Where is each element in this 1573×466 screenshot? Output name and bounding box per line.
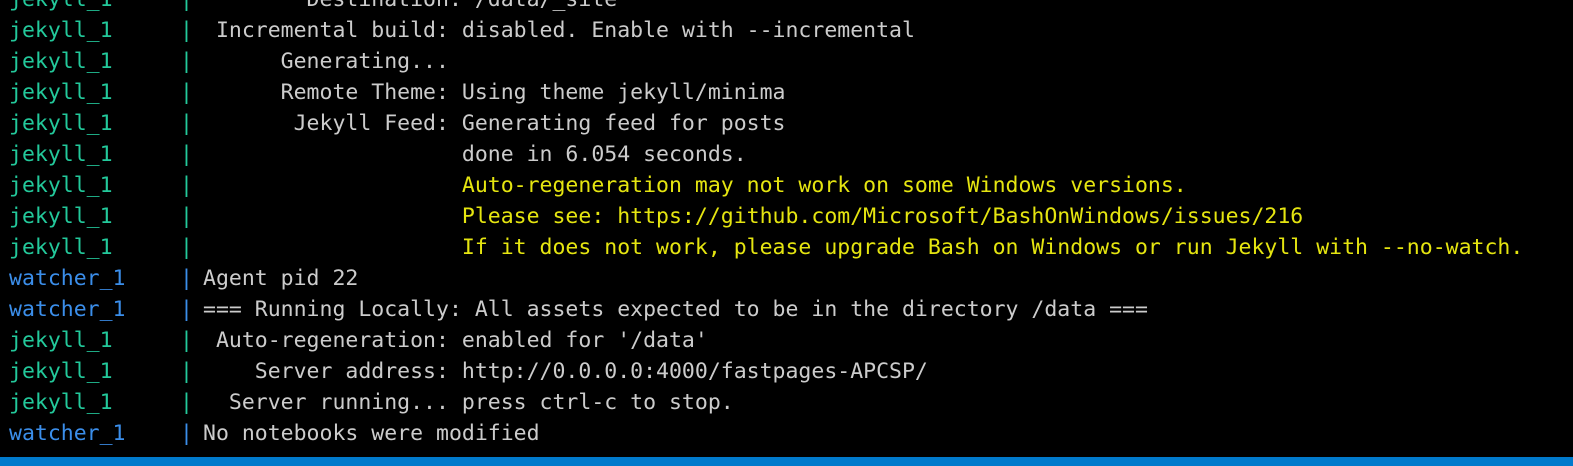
- line-separator: |: [180, 0, 193, 15]
- service-name: jekyll_1: [9, 80, 113, 105]
- service-name: watcher_1: [9, 297, 126, 322]
- terminal-line: jekyll_1 | Server address: http://0.0.0.0…: [0, 356, 1573, 387]
- warning-message: Auto-regeneration may not work on some W…: [203, 173, 1187, 198]
- warning-message: If it does not work, please upgrade Bash…: [203, 235, 1524, 260]
- terminal-line: jekyll_1 | Destination: /data/_site: [0, 0, 1573, 15]
- log-message: Destination: /data/_site: [203, 0, 618, 15]
- terminal-line: watcher_1 | Agent pid 22: [0, 263, 1573, 294]
- terminal-line: jekyll_1 | done in 6.054 seconds.: [0, 139, 1573, 170]
- terminal-line: jekyll_1 | Incremental build: disabled. E…: [0, 15, 1573, 46]
- line-separator: |: [180, 49, 193, 74]
- service-name: jekyll_1: [9, 142, 113, 167]
- line-separator: |: [180, 328, 193, 353]
- line-separator: |: [180, 111, 193, 136]
- service-name: jekyll_1: [9, 0, 113, 15]
- terminal-line: jekyll_1 | If it does not work, please up…: [0, 232, 1573, 263]
- service-name: jekyll_1: [9, 18, 113, 43]
- terminal-line: jekyll_1 | Auto-regeneration may not work…: [0, 170, 1573, 201]
- service-name: jekyll_1: [9, 204, 113, 229]
- line-separator: |: [180, 80, 193, 105]
- service-name: watcher_1: [9, 266, 126, 291]
- terminal-line: watcher_1 | No notebooks were modified: [0, 418, 1573, 449]
- service-name: jekyll_1: [9, 328, 113, 353]
- terminal-line: jekyll_1 | Generating...: [0, 46, 1573, 77]
- line-separator: |: [180, 297, 193, 322]
- log-message: Server running... press ctrl-c to stop.: [203, 390, 734, 415]
- line-separator: |: [180, 142, 193, 167]
- log-message: No notebooks were modified: [203, 421, 540, 446]
- line-separator: |: [180, 204, 193, 229]
- terminal-line: jekyll_1 | Remote Theme: Using theme jeky…: [0, 77, 1573, 108]
- log-message: === Running Locally: All assets expected…: [203, 297, 1148, 322]
- service-name: jekyll_1: [9, 235, 113, 260]
- line-separator: |: [180, 173, 193, 198]
- terminal-output[interactable]: jekyll_1| Destination: /data/_sitejekyll…: [0, 0, 1573, 449]
- line-separator: |: [180, 266, 193, 291]
- log-message: Jekyll Feed: Generating feed for posts: [203, 111, 786, 136]
- line-separator: |: [180, 421, 193, 446]
- status-bar: [0, 457, 1573, 466]
- terminal-line: watcher_1 | === Running Locally: All asset…: [0, 294, 1573, 325]
- service-name: watcher_1: [9, 421, 126, 446]
- line-separator: |: [180, 390, 193, 415]
- line-separator: |: [180, 359, 193, 384]
- service-name: jekyll_1: [9, 390, 113, 415]
- service-name: jekyll_1: [9, 359, 113, 384]
- line-separator: |: [180, 18, 193, 43]
- terminal-line: jekyll_1 | Jekyll Feed: Generating feed f…: [0, 108, 1573, 139]
- log-message: Generating...: [203, 49, 449, 74]
- terminal-line: jekyll_1 | Auto-regeneration: enabled for…: [0, 325, 1573, 356]
- log-message: Agent pid 22: [203, 266, 359, 291]
- terminal-line: jekyll_1 | Server running... press ctrl-c…: [0, 387, 1573, 418]
- line-separator: |: [180, 235, 193, 260]
- log-message: Auto-regeneration: enabled for '/data': [203, 328, 708, 353]
- service-name: jekyll_1: [9, 111, 113, 136]
- log-message: Incremental build: disabled. Enable with…: [203, 18, 915, 43]
- log-message: Server address: http://0.0.0.0:4000/fast…: [203, 359, 928, 384]
- log-message: done in 6.054 seconds.: [203, 142, 747, 167]
- warning-message: Please see: https://github.com/Microsoft…: [203, 204, 1304, 229]
- service-name: jekyll_1: [9, 173, 113, 198]
- log-message: Remote Theme: Using theme jekyll/minima: [203, 80, 786, 105]
- service-name: jekyll_1: [9, 49, 113, 74]
- terminal-line: jekyll_1 | Please see: https://github.com…: [0, 201, 1573, 232]
